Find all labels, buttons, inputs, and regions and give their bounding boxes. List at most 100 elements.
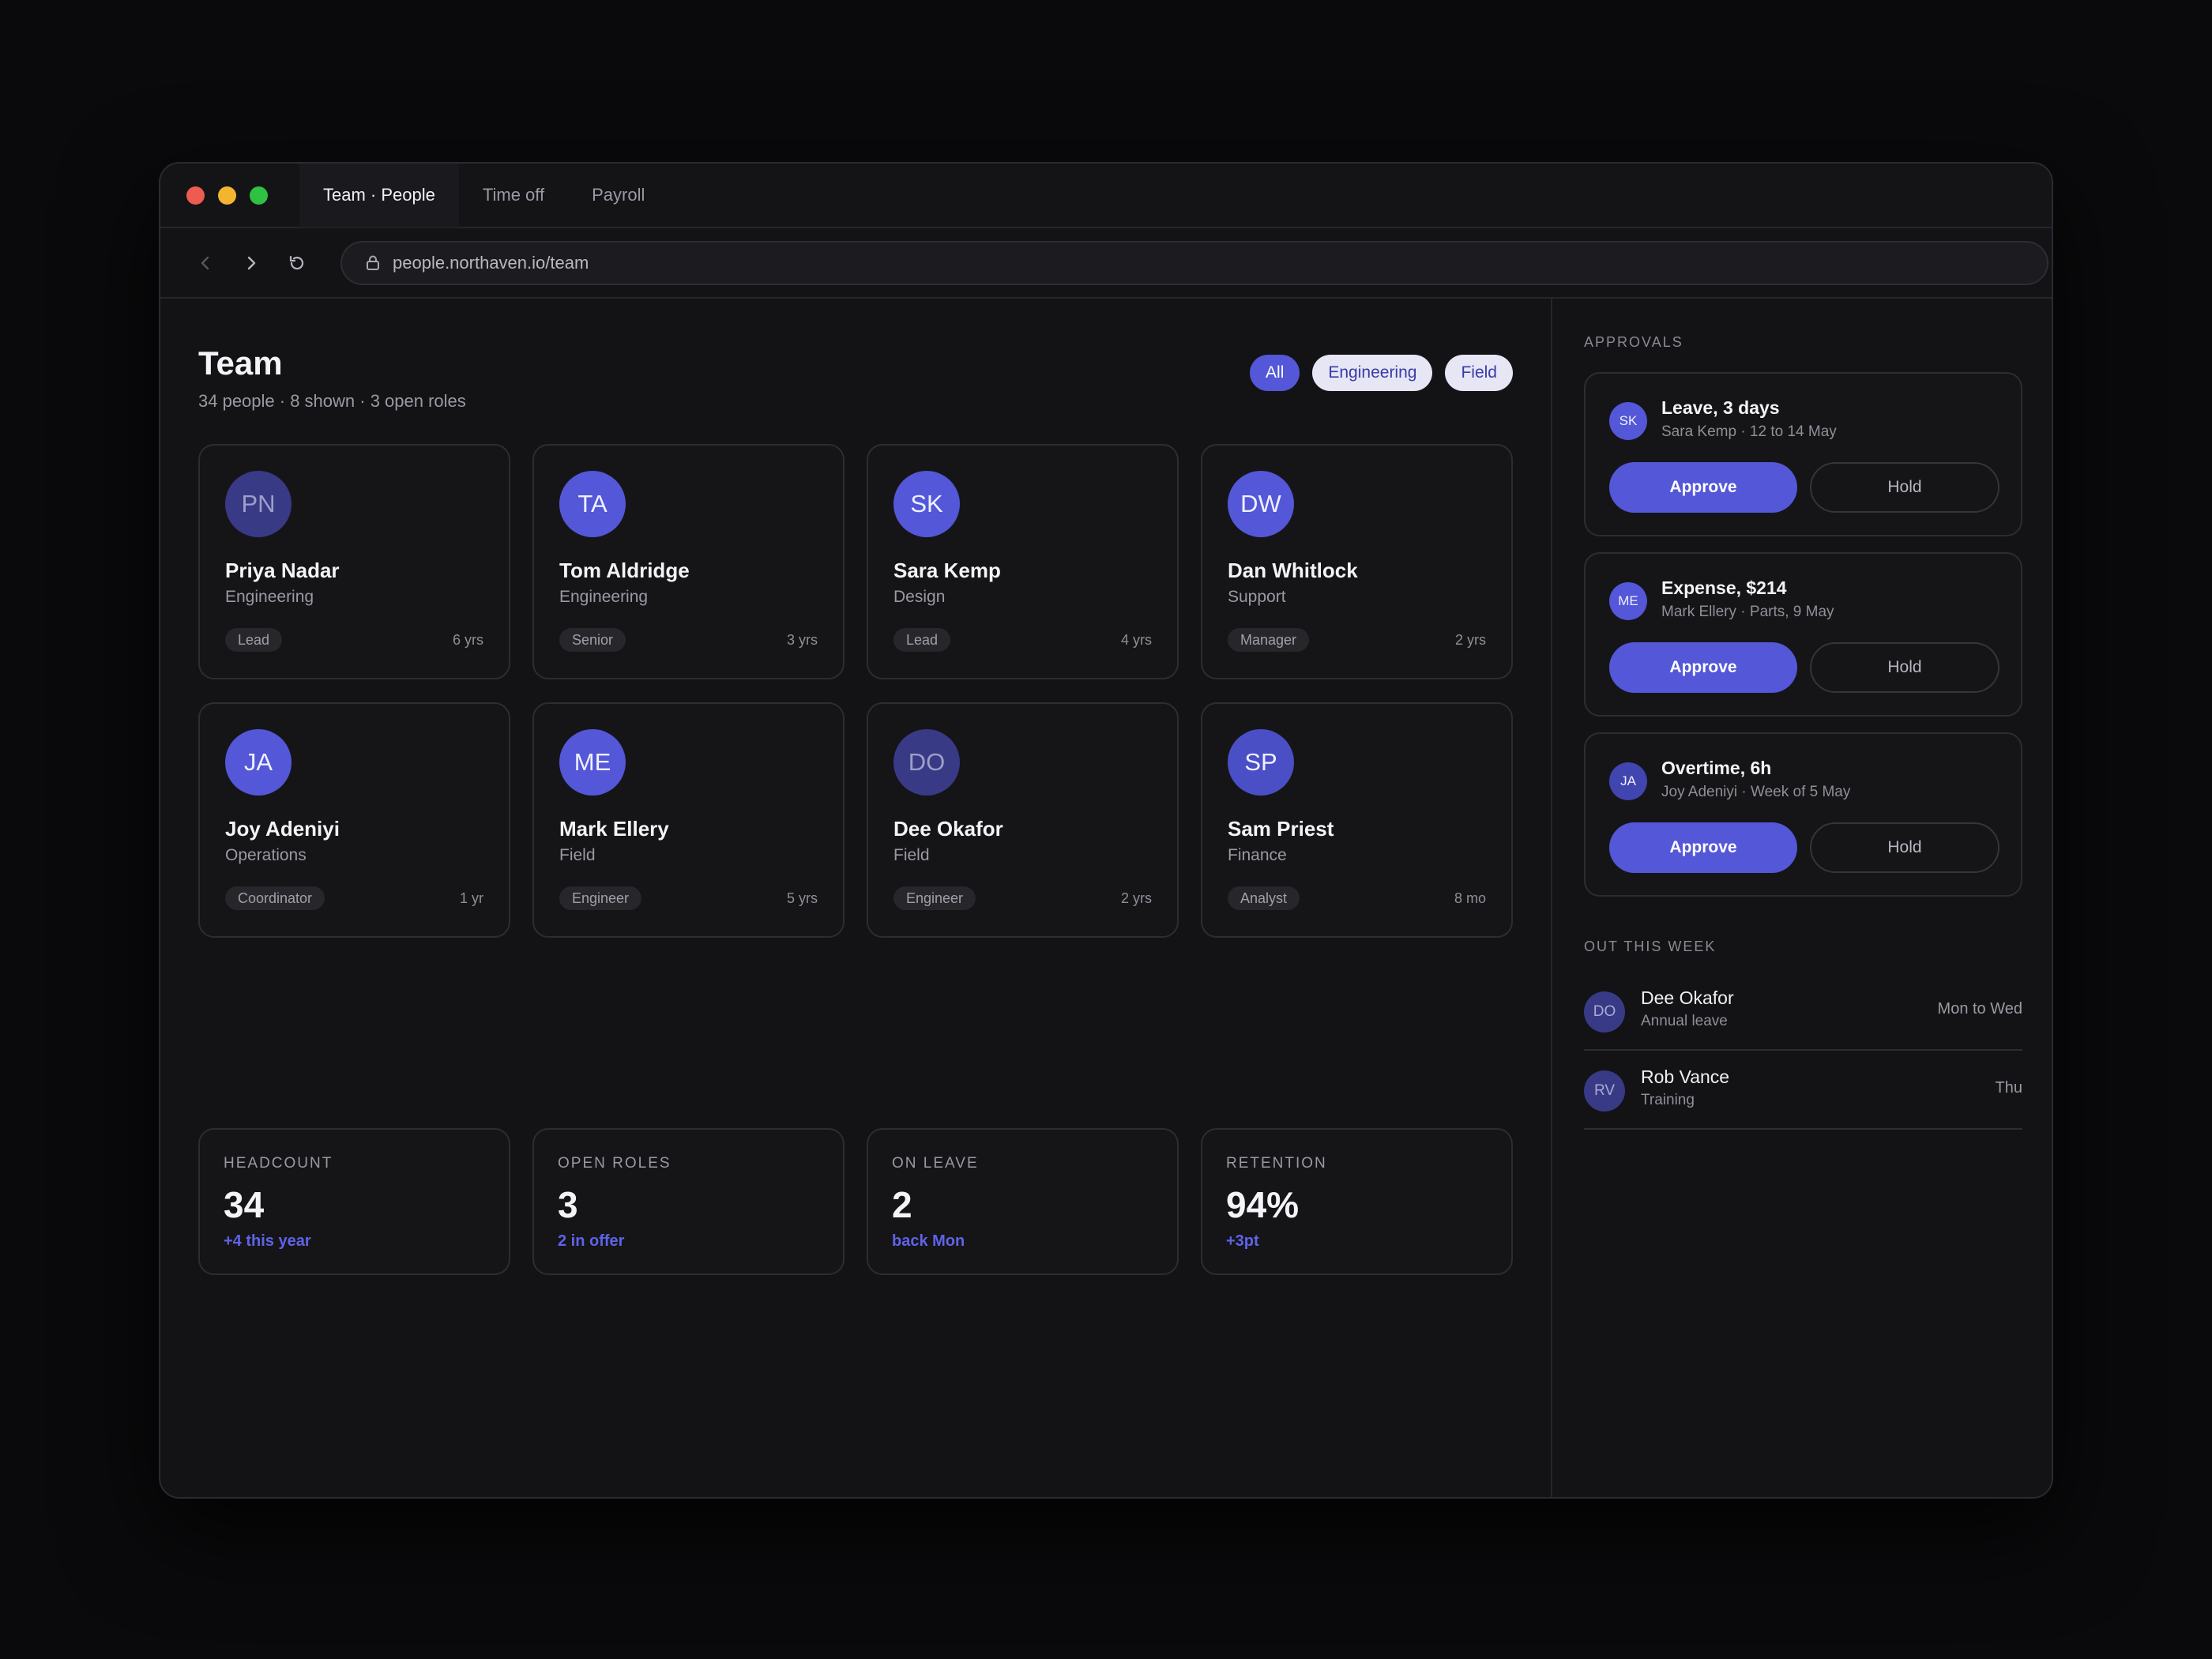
avatar: SP xyxy=(1228,729,1294,796)
person-name: Dan Whitlock xyxy=(1228,559,1358,582)
back-button[interactable] xyxy=(189,246,222,280)
out-reason: Training xyxy=(1641,1092,1695,1108)
approval-title: Leave, 3 days xyxy=(1661,397,1780,418)
person-name: Mark Ellery xyxy=(559,817,669,841)
person-tenure: 2 yrs xyxy=(1120,890,1152,906)
app-window: Team · People Time off Payroll people.no… xyxy=(159,162,2053,1499)
person-card[interactable]: ME Mark Ellery Field Engineer 5 yrs xyxy=(532,702,845,938)
approve-button[interactable]: Approve xyxy=(1609,642,1797,693)
person-card[interactable]: PN Priya Nadar Engineering Lead 6 yrs xyxy=(198,444,510,679)
approval-title: Expense, $214 xyxy=(1661,577,1787,598)
person-tenure: 1 yr xyxy=(459,890,483,906)
stat-value: 3 xyxy=(558,1184,578,1225)
stat-card-on-leave: ON LEAVE 2 back Mon xyxy=(867,1128,1179,1275)
filter-field[interactable]: Field xyxy=(1445,355,1513,391)
stat-label: RETENTION xyxy=(1226,1155,1327,1172)
stat-card-open-roles: OPEN ROLES 3 2 in offer xyxy=(532,1128,845,1275)
person-department: Operations xyxy=(225,846,307,864)
person-tenure: 8 mo xyxy=(1454,890,1486,906)
content-area: Team 34 people · 8 shown · 3 open roles … xyxy=(160,299,2052,1497)
filter-all[interactable]: All xyxy=(1250,355,1300,391)
person-tenure: 5 yrs xyxy=(786,890,818,906)
filter-chips: All Engineering Field xyxy=(1250,355,1513,391)
reload-icon xyxy=(289,255,304,269)
avatar: ME xyxy=(559,729,626,796)
stat-label: HEADCOUNT xyxy=(224,1155,333,1172)
person-name: Sara Kemp xyxy=(893,559,1001,582)
team-panel: Team 34 people · 8 shown · 3 open roles … xyxy=(160,299,1551,1497)
url-text: people.northaven.io/team xyxy=(393,252,589,273)
minimize-window-button[interactable] xyxy=(218,186,236,205)
approval-card: JA Overtime, 6h Joy Adeniyi · Week of 5 … xyxy=(1584,732,2022,897)
side-panel: APPROVALS SK Leave, 3 days Sara Kemp · 1… xyxy=(1551,299,2052,1497)
person-name: Tom Aldridge xyxy=(559,559,690,582)
approval-detail: Joy Adeniyi · Week of 5 May xyxy=(1661,784,1851,800)
avatar: DW xyxy=(1228,471,1294,537)
avatar: DO xyxy=(1584,991,1625,1033)
list-item[interactable]: DO Dee Okafor Annual leave Mon to Wed xyxy=(1584,972,2022,1051)
person-card[interactable]: JA Joy Adeniyi Operations Coordinator 1 … xyxy=(198,702,510,938)
out-reason: Annual leave xyxy=(1641,1013,1728,1029)
role-badge: Analyst xyxy=(1228,886,1300,910)
approval-card: ME Expense, $214 Mark Ellery · Parts, 9 … xyxy=(1584,552,2022,717)
out-dates: Thu xyxy=(1995,1079,2022,1097)
hold-button[interactable]: Hold xyxy=(1810,462,1999,513)
avatar: JA xyxy=(1609,762,1647,800)
approval-title: Overtime, 6h xyxy=(1661,758,1772,778)
people-grid: PN Priya Nadar Engineering Lead 6 yrs TA… xyxy=(198,444,1514,938)
window-controls xyxy=(160,186,299,205)
avatar: PN xyxy=(225,471,292,537)
role-badge: Senior xyxy=(559,628,626,652)
stat-value: 2 xyxy=(892,1184,912,1225)
stat-card-headcount: HEADCOUNT 34 +4 this year xyxy=(198,1128,510,1275)
filter-engineering[interactable]: Engineering xyxy=(1312,355,1433,391)
tab-time-off[interactable]: Time off xyxy=(459,164,568,228)
person-card[interactable]: SK Sara Kemp Design Lead 4 yrs xyxy=(867,444,1179,679)
avatar: SK xyxy=(893,471,960,537)
person-department: Engineering xyxy=(225,588,314,606)
stat-delta: back Mon xyxy=(892,1232,965,1250)
stat-delta: +4 this year xyxy=(224,1232,311,1250)
role-badge: Engineer xyxy=(559,886,642,910)
person-card[interactable]: SP Sam Priest Finance Analyst 8 mo xyxy=(1201,702,1513,938)
lock-icon xyxy=(367,255,379,270)
chevron-right-icon xyxy=(247,256,256,269)
maximize-window-button[interactable] xyxy=(250,186,268,205)
avatar: RV xyxy=(1584,1070,1625,1112)
stats-row: HEADCOUNT 34 +4 this year OPEN ROLES 3 2… xyxy=(198,1128,1513,1275)
person-name: Dee Okafor xyxy=(893,817,1003,841)
close-window-button[interactable] xyxy=(186,186,205,205)
approve-button[interactable]: Approve xyxy=(1609,822,1797,873)
approvals-heading: APPROVALS xyxy=(1584,334,1683,350)
person-tenure: 4 yrs xyxy=(1120,632,1152,648)
person-card[interactable]: DO Dee Okafor Field Engineer 2 yrs xyxy=(867,702,1179,938)
hold-button[interactable]: Hold xyxy=(1810,822,1999,873)
person-name: Sam Priest xyxy=(1228,817,1334,841)
approve-button[interactable]: Approve xyxy=(1609,462,1797,513)
out-this-week-heading: OUT THIS WEEK xyxy=(1584,939,1717,954)
role-badge: Lead xyxy=(893,628,951,652)
person-card[interactable]: TA Tom Aldridge Engineering Senior 3 yrs xyxy=(532,444,845,679)
avatar: DO xyxy=(893,729,960,796)
stat-label: ON LEAVE xyxy=(892,1155,979,1172)
avatar: JA xyxy=(225,729,292,796)
tab-team-people[interactable]: Team · People xyxy=(299,164,459,228)
person-card[interactable]: DW Dan Whitlock Support Manager 2 yrs xyxy=(1201,444,1513,679)
url-field[interactable]: people.northaven.io/team xyxy=(340,240,2048,285)
person-tenure: 2 yrs xyxy=(1454,632,1486,648)
tab-payroll[interactable]: Payroll xyxy=(568,164,668,228)
reload-button[interactable] xyxy=(280,246,314,280)
person-department: Engineering xyxy=(559,588,649,606)
list-item[interactable]: RV Rob Vance Training Thu xyxy=(1584,1051,2022,1130)
person-department: Field xyxy=(893,846,930,864)
person-tenure: 6 yrs xyxy=(452,632,483,648)
person-department: Finance xyxy=(1228,846,1287,864)
role-badge: Manager xyxy=(1228,628,1310,652)
person-department: Support xyxy=(1228,588,1286,606)
out-person-name: Rob Vance xyxy=(1641,1066,1730,1087)
stat-delta: 2 in offer xyxy=(558,1232,625,1250)
stat-delta: +3pt xyxy=(1226,1232,1259,1250)
forward-button[interactable] xyxy=(235,246,268,280)
approval-card: SK Leave, 3 days Sara Kemp · 12 to 14 Ma… xyxy=(1584,372,2022,536)
hold-button[interactable]: Hold xyxy=(1810,642,1999,693)
